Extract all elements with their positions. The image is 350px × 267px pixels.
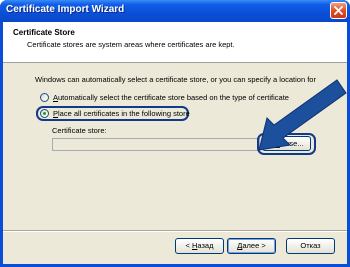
wizard-client-area: Certificate Store Certificate stores are… <box>3 22 347 264</box>
wizard-window: Certificate Import Wizard Certificate St… <box>0 0 350 267</box>
pointer-arrow-icon <box>258 79 347 151</box>
cancel-button[interactable]: Отказ <box>286 238 335 254</box>
back-button[interactable]: < Назад <box>175 238 224 254</box>
window-title: Certificate Import Wizard <box>6 4 125 15</box>
next-button[interactable]: Далее > <box>227 238 276 254</box>
close-button[interactable] <box>330 2 347 19</box>
close-icon <box>334 6 343 15</box>
title-bar[interactable]: Certificate Import Wizard <box>0 0 350 22</box>
footer-divider <box>3 230 347 232</box>
